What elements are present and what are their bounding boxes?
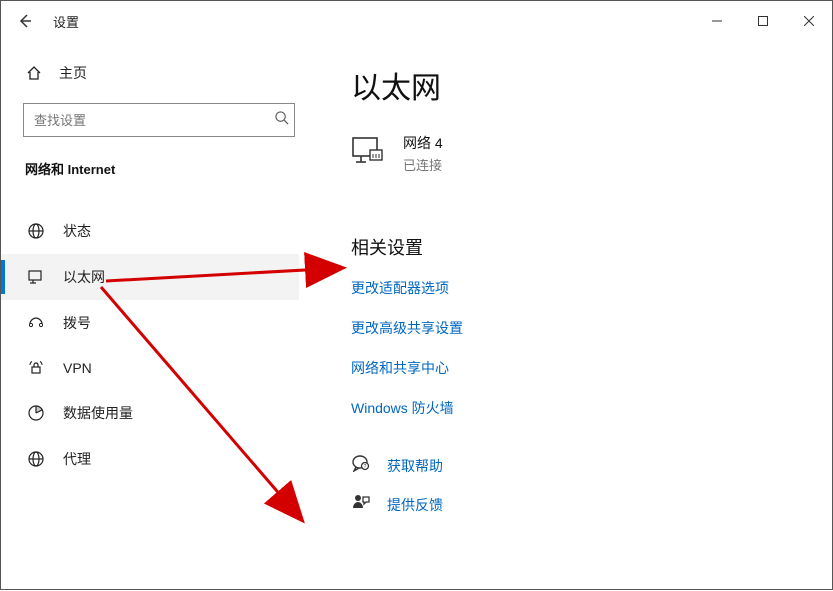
- help-icon: ?: [351, 454, 371, 477]
- window-title: 设置: [53, 12, 79, 31]
- section-header: 网络和 Internet: [23, 159, 299, 178]
- feedback-row: 提供反馈: [351, 493, 802, 516]
- sidebar-item-label: 代理: [63, 449, 277, 469]
- home-label: 主页: [59, 63, 87, 83]
- sidebar-item-vpn[interactable]: VPN: [1, 346, 299, 390]
- ethernet-icon: [27, 268, 45, 286]
- maximize-button[interactable]: [740, 1, 786, 41]
- sidebar-item-label: 数据使用量: [63, 403, 277, 423]
- arrow-left-icon: [17, 13, 33, 29]
- help-row: ? 获取帮助: [351, 454, 802, 477]
- minimize-icon: [712, 16, 722, 26]
- network-state: 已连接: [403, 155, 443, 174]
- close-button[interactable]: [786, 1, 832, 41]
- home-button[interactable]: 主页: [23, 59, 299, 87]
- ethernet-monitor-icon: [351, 136, 385, 171]
- feedback-icon: [351, 493, 371, 516]
- globe-icon: [27, 222, 45, 240]
- nav-list: 状态 以太网 拨号 VPN: [1, 208, 299, 482]
- related-header: 相关设置: [351, 234, 802, 260]
- data-usage-icon: [27, 404, 45, 422]
- minimize-button[interactable]: [694, 1, 740, 41]
- svg-text:?: ?: [364, 464, 367, 470]
- sidebar-item-label: 拨号: [63, 313, 277, 333]
- maximize-icon: [758, 16, 768, 26]
- search-box: [23, 103, 299, 137]
- titlebar: 设置: [1, 1, 832, 41]
- sidebar-item-proxy[interactable]: 代理: [1, 436, 299, 482]
- sidebar-item-status[interactable]: 状态: [1, 208, 299, 254]
- content: 主页 网络和 Internet 状态 以太网: [1, 41, 832, 589]
- sidebar-item-ethernet[interactable]: 以太网: [1, 254, 299, 300]
- back-button[interactable]: [9, 5, 41, 37]
- proxy-icon: [27, 450, 45, 468]
- link-network-center[interactable]: 网络和共享中心: [351, 358, 449, 378]
- sidebar-item-label: 状态: [63, 221, 277, 241]
- sidebar-item-dialup[interactable]: 拨号: [1, 300, 299, 346]
- help-link[interactable]: 获取帮助: [387, 456, 443, 476]
- main-panel: 以太网 网络 4 已连接 相关设置 更改适配器选项 更改高级共享设置 网络和共享…: [321, 41, 832, 589]
- feedback-link[interactable]: 提供反馈: [387, 495, 443, 515]
- sidebar-item-label: 以太网: [63, 267, 277, 287]
- search-input[interactable]: [23, 103, 295, 137]
- sidebar-item-data[interactable]: 数据使用量: [1, 390, 299, 436]
- vpn-icon: [27, 359, 45, 377]
- network-status-row[interactable]: 网络 4 已连接: [351, 133, 802, 174]
- window-controls: [694, 1, 832, 41]
- dialup-icon: [27, 314, 45, 332]
- link-adapter-options[interactable]: 更改适配器选项: [351, 278, 449, 298]
- network-status-text: 网络 4 已连接: [403, 133, 443, 174]
- sidebar-item-label: VPN: [63, 360, 277, 376]
- link-advanced-sharing[interactable]: 更改高级共享设置: [351, 318, 463, 338]
- link-firewall[interactable]: Windows 防火墙: [351, 398, 454, 418]
- home-icon: [25, 64, 43, 82]
- close-icon: [804, 16, 814, 26]
- network-name: 网络 4: [403, 133, 443, 153]
- page-title: 以太网: [351, 63, 802, 107]
- sidebar: 主页 网络和 Internet 状态 以太网: [1, 41, 321, 589]
